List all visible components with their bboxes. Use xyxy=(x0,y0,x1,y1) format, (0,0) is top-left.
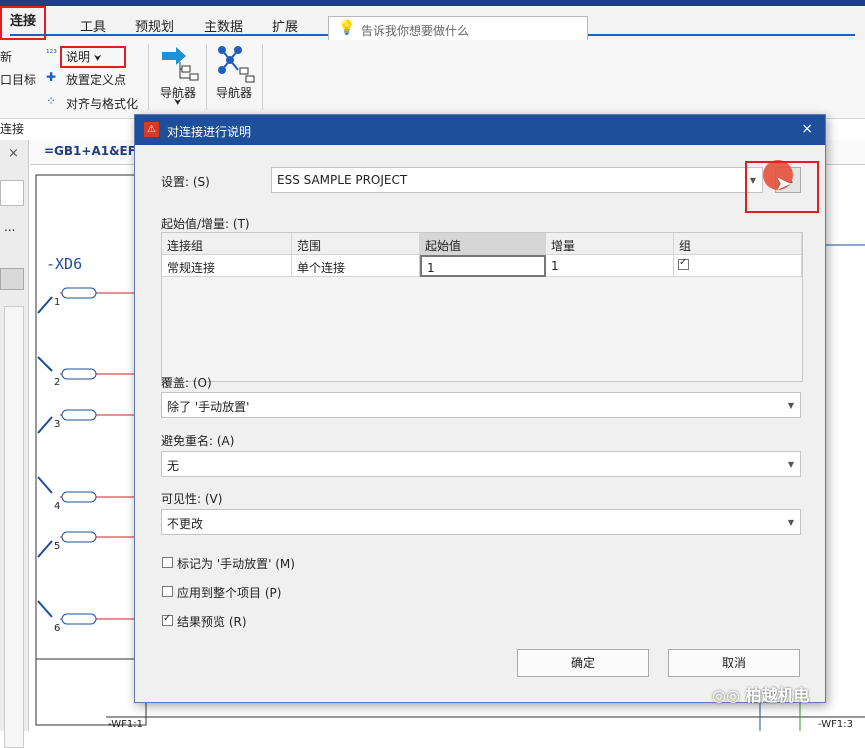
ok-button[interactable]: 确定 xyxy=(517,649,649,677)
overwrite-value: 除了 '手动放置' xyxy=(167,400,250,414)
terminal-strip-label: -XD6 xyxy=(46,255,83,273)
tell-me-placeholder: 告诉我你想要做什么 xyxy=(361,24,470,38)
warning-icon: ⚠ xyxy=(144,122,159,137)
navigator-icon xyxy=(160,44,200,84)
ribbon-tabs: 连接 工具 预规划 主数据 扩展 💡 告诉我你想要做什么 xyxy=(0,6,865,42)
panel-header xyxy=(0,268,24,290)
align-format-button[interactable]: 对齐与格式化 xyxy=(66,95,138,112)
grid-cell-grouped[interactable] xyxy=(674,255,802,277)
result-preview-label[interactable]: 结果预览 (R) xyxy=(177,613,247,630)
grid-cell-start[interactable]: 1 xyxy=(420,255,546,277)
grid-cell-scope[interactable]: 单个连接 xyxy=(292,255,420,277)
cancel-button[interactable]: 取消 xyxy=(668,649,800,677)
ribbon-cut-label-2[interactable]: 口目标 xyxy=(0,71,36,88)
grid-header: 范围 xyxy=(292,233,420,255)
panel-more-button[interactable]: ... xyxy=(4,220,15,234)
visibility-label: 可见性: (V) xyxy=(161,492,223,506)
avoid-duplicate-value: 无 xyxy=(167,459,180,473)
dialog-title: 对连接进行说明 xyxy=(167,125,252,139)
tell-me-search[interactable]: 💡 告诉我你想要做什么 xyxy=(328,16,588,42)
grid-header: 起始值 xyxy=(420,233,546,255)
chevron-down-icon[interactable]: ⮟ xyxy=(174,98,182,108)
settings-value: ESS SAMPLE PROJECT xyxy=(277,173,408,187)
dialog-title-bar: ⚠ 对连接进行说明 × xyxy=(135,115,825,145)
place-definition-point-button[interactable]: 放置定义点 xyxy=(66,71,126,88)
visibility-value: 不更改 xyxy=(167,517,204,531)
panel-field[interactable] xyxy=(0,180,24,206)
tab-extensions[interactable]: 扩展 xyxy=(272,16,298,35)
cable-label-right: -WF1:3 xyxy=(818,719,853,730)
terminal-strip xyxy=(60,292,134,620)
visibility-select[interactable]: 不更改 ▼ xyxy=(161,509,801,535)
overwrite-label: 覆盖: (O) xyxy=(161,376,212,390)
start-increment-label: 起始值/增量: (T) xyxy=(161,217,250,231)
chevron-down-icon: ▼ xyxy=(787,401,794,410)
grid-header: 组 xyxy=(674,233,802,255)
ribbon-panel: 新 口目标 ¹²³ 说明 ⮟ ✚ 放置定义点 ⁘ 对齐与格式化 导航器 ⮟ 导航… xyxy=(0,40,865,136)
grid-cell-group[interactable]: 常规连接 xyxy=(162,255,292,277)
explain-connections-dialog: ⚠ 对连接进行说明 × 设置: (S) ESS SAMPLE PROJECT ▼… xyxy=(134,114,826,703)
tab-connection[interactable]: 连接 xyxy=(0,6,855,40)
left-panel: × ... xyxy=(0,140,29,748)
chevron-down-icon: ▼ xyxy=(787,518,794,527)
terminal-number: 3 xyxy=(54,419,61,430)
result-preview-checkbox[interactable] xyxy=(162,613,173,626)
panel-scrollbar[interactable] xyxy=(4,306,24,748)
wechat-icon: ◎◎ xyxy=(712,686,746,705)
close-icon[interactable]: × xyxy=(8,146,19,161)
avoid-duplicate-label: 避免重名: (A) xyxy=(161,434,235,448)
place-point-icon: ✚ xyxy=(46,70,57,84)
highlight-explain xyxy=(60,46,126,68)
overwrite-select[interactable]: 除了 '手动放置' ▼ xyxy=(161,392,801,418)
start-increment-grid: 连接组 范围 起始值 增量 组 常规连接 单个连接 1 1 xyxy=(161,232,803,382)
apply-whole-project-checkbox[interactable] xyxy=(162,586,173,597)
terminal-number: 1 xyxy=(54,297,61,308)
terminal-number: 2 xyxy=(54,377,61,388)
terminal-number: 5 xyxy=(54,541,61,552)
grid-cell-increment[interactable]: 1 xyxy=(546,255,674,277)
tab-master-data[interactable]: 主数据 xyxy=(204,16,243,35)
navigator-button-2[interactable]: 导航器 xyxy=(216,84,252,101)
grid-header: 连接组 xyxy=(162,233,292,255)
settings-label: 设置: (S) xyxy=(161,175,210,189)
ribbon-group-label: 连接 xyxy=(0,122,25,136)
tab-tools[interactable]: 工具 xyxy=(80,16,106,35)
group-checkbox[interactable] xyxy=(678,257,689,270)
mark-manual-label[interactable]: 标记为 '手动放置' (M) xyxy=(177,555,295,572)
numbering-icon: ¹²³ xyxy=(46,49,57,59)
navigator-tree-icon xyxy=(216,44,256,84)
grid-header: 增量 xyxy=(546,233,674,255)
avoid-duplicate-select[interactable]: 无 ▼ xyxy=(161,451,801,477)
cable-label-left: -WF1:1 xyxy=(108,719,143,730)
close-icon[interactable]: × xyxy=(801,121,813,137)
mark-manual-checkbox[interactable] xyxy=(162,557,173,568)
ribbon-cut-label-1[interactable]: 新 xyxy=(0,48,12,65)
terminal-number: 4 xyxy=(54,501,61,512)
chevron-down-icon: ▼ xyxy=(787,460,794,469)
apply-whole-project-label[interactable]: 应用到整个项目 (P) xyxy=(177,584,281,601)
watermark: ◎◎ 柏越机电 xyxy=(712,686,810,705)
drawing-tab[interactable]: =GB1+A1&EFS xyxy=(44,144,145,158)
align-icon: ⁘ xyxy=(46,94,57,108)
settings-select[interactable]: ESS SAMPLE PROJECT ▼ xyxy=(271,167,763,193)
highlight-more-button xyxy=(745,161,819,213)
terminal-number: 6 xyxy=(54,623,61,634)
tab-preplanning[interactable]: 预规划 xyxy=(135,16,174,35)
lightbulb-icon: 💡 xyxy=(338,20,356,36)
